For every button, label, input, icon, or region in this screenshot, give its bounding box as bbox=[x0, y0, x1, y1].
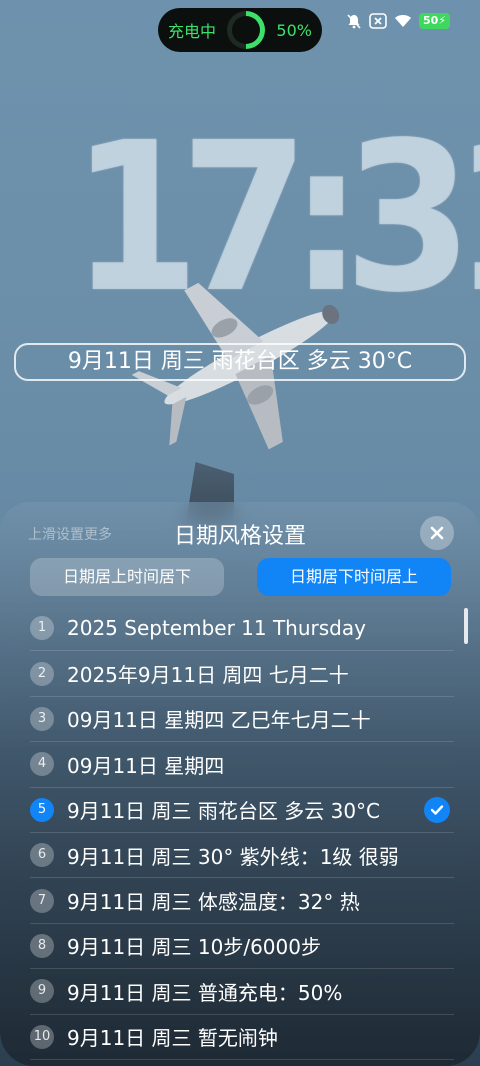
tab-date-bottom[interactable]: 日期居下时间居上 bbox=[257, 558, 451, 596]
item-text: 9月11日 周三 暂无闹钟 bbox=[67, 1026, 278, 1051]
mute-icon bbox=[346, 13, 362, 29]
list-item[interactable]: 9 9月11日 周三 普通充电：50% bbox=[30, 969, 454, 1015]
list-item[interactable]: 8 9月11日 周三 10步/6000步 bbox=[30, 924, 454, 970]
close-button[interactable] bbox=[420, 516, 454, 550]
list-item[interactable]: 6 9月11日 周三 30° 紫外线：1级 很弱 bbox=[30, 833, 454, 879]
item-number: 9 bbox=[30, 979, 54, 1004]
item-number: 1 bbox=[30, 616, 54, 641]
item-number: 4 bbox=[30, 752, 54, 777]
battery-level: 50 bbox=[422, 14, 439, 27]
item-number: 2 bbox=[30, 661, 54, 686]
item-text: 2025 September 11 Thursday bbox=[67, 616, 366, 641]
layout-tabs: 日期居上时间居下 日期居下时间居上 bbox=[30, 558, 452, 596]
list-item[interactable]: 10 9月11日 周三 暂无闹钟 bbox=[30, 1015, 454, 1060]
item-number: 3 bbox=[30, 706, 54, 731]
charge-percent: 50% bbox=[276, 20, 312, 40]
no-sim-icon bbox=[369, 13, 387, 29]
lock-screen: 充电中 50% 50⚡ 17:31 bbox=[0, 0, 480, 1066]
list-item[interactable]: 3 09月11日 星期四 乙巳年七月二十 bbox=[30, 697, 454, 743]
list-item[interactable]: 1 2025 September 11 Thursday bbox=[30, 606, 454, 652]
date-style-sheet: 上滑设置更多 日期风格设置 日期居上时间居下 日期居下时间居上 1 2025 S… bbox=[0, 502, 480, 1066]
charging-label: 充电中 bbox=[168, 22, 217, 41]
list-item[interactable]: 7 9月11日 周三 体感温度：32° 热 bbox=[30, 878, 454, 924]
date-weather-banner: 9月11日 周三 雨花台区 多云 30°C bbox=[14, 343, 466, 381]
item-text: 9月11日 周三 雨花台区 多云 30°C bbox=[67, 799, 381, 824]
status-icons: 50⚡ bbox=[346, 13, 450, 29]
charging-indicator: 充电中 50% bbox=[158, 8, 322, 52]
item-text: 2025年9月11日 周四 七月二十 bbox=[67, 663, 349, 688]
item-text: 09月11日 星期四 乙巳年七月二十 bbox=[67, 708, 371, 733]
item-text: 9月11日 周三 普通充电：50% bbox=[67, 980, 343, 1005]
list-item[interactable]: 4 09月11日 星期四 bbox=[30, 742, 454, 788]
item-text: 09月11日 星期四 bbox=[67, 753, 225, 778]
list-scrollbar[interactable] bbox=[464, 608, 468, 644]
item-number: 10 bbox=[30, 1024, 54, 1049]
item-number: 8 bbox=[30, 933, 54, 958]
item-number: 6 bbox=[30, 843, 54, 868]
date-style-list: 1 2025 September 11 Thursday 2 2025年9月11… bbox=[30, 606, 454, 1060]
item-text: 9月11日 周三 30° 紫外线：1级 很弱 bbox=[67, 844, 399, 869]
checkmark-icon bbox=[424, 796, 450, 823]
item-text: 9月11日 周三 10步/6000步 bbox=[67, 935, 321, 960]
list-item[interactable]: 2 2025年9月11日 周四 七月二十 bbox=[30, 651, 454, 697]
item-number: 7 bbox=[30, 888, 54, 913]
sheet-title: 日期风格设置 bbox=[173, 524, 306, 549]
battery-icon: 50⚡ bbox=[418, 13, 450, 29]
item-text: 9月11日 周三 体感温度：32° 热 bbox=[67, 890, 360, 915]
charge-ring-icon bbox=[227, 11, 266, 49]
item-number: 5 bbox=[30, 797, 54, 822]
close-icon bbox=[430, 526, 444, 540]
tab-date-top[interactable]: 日期居上时间居下 bbox=[30, 558, 224, 596]
wifi-icon bbox=[394, 14, 412, 28]
list-item-selected[interactable]: 5 9月11日 周三 雨花台区 多云 30°C bbox=[30, 788, 454, 833]
